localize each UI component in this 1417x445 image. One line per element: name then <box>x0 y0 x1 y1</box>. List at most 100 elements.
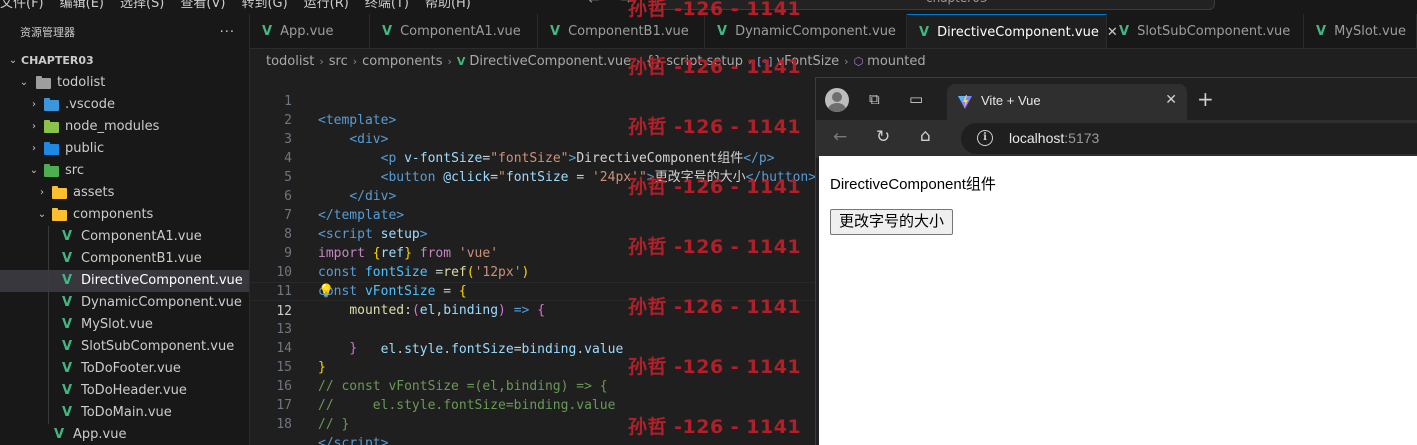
chevron-right-icon: › <box>319 54 324 68</box>
explorer-sidebar: 资源管理器 ··· ⌄ CHAPTER03 ⌄ todolist › .vsco… <box>0 14 250 445</box>
workspaces-icon[interactable]: ⧉ <box>869 90 880 108</box>
indent-guide <box>48 402 49 424</box>
chevron-right-icon: › <box>352 54 358 68</box>
reload-icon[interactable]: ↻ <box>876 127 890 147</box>
tree-item-label: assets <box>73 185 115 200</box>
tree-item-vscode[interactable]: › .vscode <box>0 94 249 116</box>
tab-label: DirectiveComponent.vue <box>937 24 1099 40</box>
tree-item-components[interactable]: ⌄ components <box>0 204 249 226</box>
tree-item-label: ToDoHeader.vue <box>81 383 187 398</box>
tab-myslot[interactable]: V MySlot.vue <box>1304 14 1417 48</box>
tree-item-label: src <box>65 163 84 178</box>
tree-item-src[interactable]: ⌄ src <box>0 160 249 182</box>
command-center-text: chapter03 <box>926 0 987 5</box>
folder-node-icon <box>43 116 59 138</box>
menu-selection[interactable]: 选择(S) <box>120 0 164 11</box>
tree-item-label: public <box>65 141 105 156</box>
vue-file-icon: V <box>1119 24 1130 39</box>
url-text: localhost:5173 <box>1009 130 1099 146</box>
menu-view[interactable]: 查看(V) <box>180 0 225 11</box>
tree-item-todofooter[interactable]: V ToDoFooter.vue <box>0 358 249 380</box>
page-paragraph: DirectiveComponent组件 <box>830 176 996 193</box>
tab-actions-icon[interactable]: ▭ <box>909 90 923 108</box>
folder-vscode-icon <box>43 94 59 116</box>
close-icon[interactable]: ✕ <box>1165 92 1177 108</box>
tree-item-label: DirectiveComponent.vue <box>81 273 243 288</box>
code-line: 17 // } <box>250 377 816 432</box>
chevron-down-icon: ⌄ <box>8 55 18 66</box>
lightbulb-icon[interactable]: 💡 <box>318 282 334 301</box>
tree-item-assets[interactable]: › assets <box>0 182 249 204</box>
indent-guide <box>48 226 49 248</box>
vue-file-icon: V <box>61 361 73 376</box>
watermark-text: 孙哲 -126 - 1141 <box>628 296 802 318</box>
menu-terminal[interactable]: 终端(T) <box>365 0 409 11</box>
url-port: :5173 <box>1064 130 1100 146</box>
tree-item-label: ToDoMain.vue <box>81 405 172 420</box>
tree-item-label: DynamicComponent.vue <box>81 295 242 310</box>
tree-item-componentb1[interactable]: V ComponentB1.vue <box>0 248 249 270</box>
vue-file-icon: V <box>61 383 73 398</box>
tab-label: ComponentA1.vue <box>400 24 521 39</box>
tree-item-directivecomponent[interactable]: V DirectiveComponent.vue <box>0 270 249 292</box>
section-chapter03[interactable]: ⌄ CHAPTER03 <box>0 50 249 72</box>
vue-file-icon: V <box>550 24 561 39</box>
editor-tab-bar: V App.vue V ComponentA1.vue V ComponentB… <box>250 14 1417 49</box>
new-tab-icon[interactable]: + <box>1197 87 1214 111</box>
chevron-right-icon: › <box>447 54 452 68</box>
explorer-title: 资源管理器 <box>20 26 75 39</box>
code-line: 11 mounted:(el,binding) => { <box>250 263 816 318</box>
tab-componenta1[interactable]: V ComponentA1.vue <box>370 14 538 48</box>
tree-item-app[interactable]: V App.vue <box>0 424 249 445</box>
breadcrumb-src[interactable]: src <box>329 54 348 69</box>
vue-file-icon: V <box>61 405 73 420</box>
breadcrumb-file[interactable]: DirectiveComponent.vue <box>469 54 631 69</box>
browser-tab-title: Vite + Vue <box>981 93 1041 108</box>
tree-item-todomain[interactable]: V ToDoMain.vue <box>0 402 249 424</box>
change-font-size-button[interactable]: 更改字号的大小 <box>830 209 954 235</box>
tab-slotsubcomponent[interactable]: V SlotSubComponent.vue <box>1107 14 1304 48</box>
code-line: 2 <div> <box>250 92 816 147</box>
tree-item-label: SlotSubComponent.vue <box>81 339 235 354</box>
tree-item-todoheader[interactable]: V ToDoHeader.vue <box>0 380 249 402</box>
tree-item-slotsubcomponent[interactable]: V SlotSubComponent.vue <box>0 336 249 358</box>
breadcrumb-components[interactable]: components <box>362 54 442 69</box>
tree-item-myslot[interactable]: V MySlot.vue <box>0 314 249 336</box>
address-bar[interactable]: i localhost:5173 <box>961 123 1417 154</box>
tree-item-todolist[interactable]: ⌄ todolist <box>0 72 249 94</box>
vue-file-icon: V <box>456 54 466 68</box>
watermark-text: 孙哲 -126 - 1141 <box>628 0 802 20</box>
menu-help[interactable]: 帮助(H) <box>425 0 471 11</box>
tree-item-node-modules[interactable]: › node_modules <box>0 116 249 138</box>
chevron-down-icon: ⌄ <box>19 77 29 88</box>
tree-item-public[interactable]: › public <box>0 138 249 160</box>
tree-item-dynamiccomponent[interactable]: V DynamicComponent.vue <box>0 292 249 314</box>
folder-components-icon <box>51 204 67 226</box>
menu-run[interactable]: 运行(R) <box>304 0 349 11</box>
tab-directivecomponent[interactable]: V DirectiveComponent.vue ✕ <box>907 14 1118 48</box>
browser-tab[interactable]: Vite + Vue ✕ <box>947 84 1187 120</box>
vue-file-icon: V <box>61 251 73 266</box>
menu-file[interactable]: 文件(F) <box>0 0 44 11</box>
code-line: 8 import {ref} from 'vue' <box>250 206 816 261</box>
vue-file-icon: V <box>1316 24 1327 39</box>
menu-edit[interactable]: 编辑(E) <box>60 0 104 11</box>
breadcrumb-todolist[interactable]: todolist <box>266 54 314 69</box>
menu-go[interactable]: 转到(G) <box>241 0 287 11</box>
home-icon[interactable]: ⌂ <box>920 126 931 146</box>
site-info-icon[interactable]: i <box>977 130 993 146</box>
tree-item-label: .vscode <box>65 97 115 112</box>
more-actions-icon[interactable]: ··· <box>220 25 235 40</box>
watermark-text: 孙哲 -126 - 1141 <box>628 56 802 78</box>
menu-items: 文件(F) 编辑(E) 选择(S) 查看(V) 转到(G) 运行(R) 终端(T… <box>0 0 487 11</box>
back-arrow-icon[interactable]: ← <box>588 0 600 8</box>
line-number: 18 <box>276 417 292 432</box>
folder-src-icon <box>43 160 59 182</box>
tree-item-componenta1[interactable]: V ComponentA1.vue <box>0 226 249 248</box>
back-arrow-icon[interactable]: ← <box>833 127 847 147</box>
browser-window: ⧉ ▭ Vite + Vue ✕ + ← ↻ ⌂ i localhost:517… <box>815 77 1417 445</box>
tab-app-vue[interactable]: V App.vue <box>250 14 370 48</box>
vue-file-icon: V <box>919 24 930 40</box>
profile-avatar-icon[interactable] <box>825 88 849 112</box>
breadcrumb-mounted[interactable]: mounted <box>867 54 925 69</box>
